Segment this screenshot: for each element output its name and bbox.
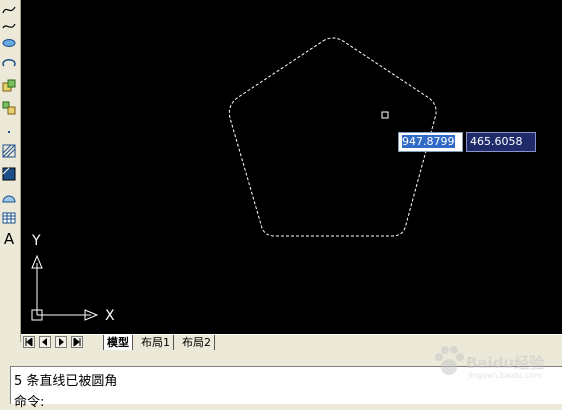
command-history-line: 5 条直线已被圆角 (14, 374, 118, 389)
point-icon[interactable] (1, 124, 17, 139)
gradient-icon[interactable] (1, 166, 17, 181)
spline-icon[interactable] (1, 18, 17, 33)
watermark-text: Baidu经验 (466, 354, 545, 372)
dynamic-input-y[interactable]: 465.6058 (466, 132, 536, 152)
make-block-icon[interactable] (1, 100, 17, 115)
command-prompt[interactable]: 命令: (14, 391, 44, 410)
cursor-pickbox (381, 111, 389, 119)
multiline-text-icon[interactable]: A (1, 232, 17, 247)
drawing-canvas[interactable]: 947.8799 465.6058 Y X (21, 0, 562, 334)
last-tab-button[interactable] (71, 336, 83, 348)
paw-logo-icon (435, 346, 464, 375)
tab-layout1[interactable]: 布局1 (138, 335, 174, 350)
next-tab-button[interactable] (55, 336, 67, 348)
first-tab-button[interactable] (23, 336, 35, 348)
next-tab-icon (59, 338, 64, 346)
watermark: Baidu经验 jingyan.baidu.com (430, 341, 560, 391)
ucs-icon (31, 254, 99, 321)
spline-icon[interactable] (1, 2, 17, 17)
tab-layout2[interactable]: 布局2 (179, 335, 215, 350)
watermark-url: jingyan.baidu.com (468, 371, 542, 380)
ellipse-icon[interactable] (1, 35, 17, 50)
dynamic-input-x[interactable]: 947.8799 (398, 132, 463, 152)
ucs-x-label: X (105, 308, 115, 324)
table-icon[interactable] (1, 210, 17, 225)
tab-model[interactable]: 模型 (103, 335, 133, 350)
canvas-graphics (31, 37, 437, 321)
insert-block-icon[interactable] (1, 78, 17, 93)
ellipse-arc-icon[interactable] (1, 56, 17, 71)
first-tab-icon (25, 338, 33, 346)
hatch-icon[interactable] (1, 143, 17, 158)
prev-tab-button[interactable] (39, 336, 51, 348)
draw-toolbar: A (0, 0, 21, 342)
ucs-y-label: Y (32, 233, 41, 249)
prev-tab-icon (42, 338, 47, 346)
last-tab-icon (73, 338, 81, 346)
region-icon[interactable] (1, 190, 17, 205)
